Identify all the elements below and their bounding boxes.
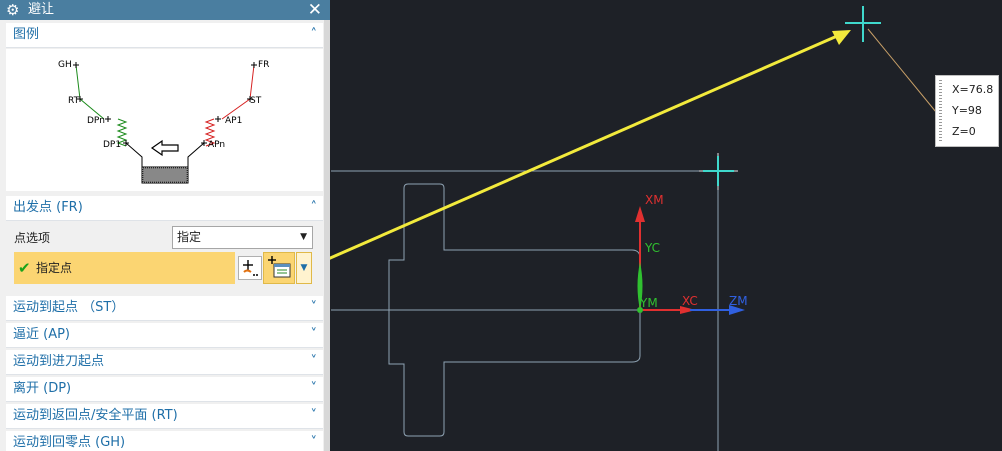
dialog-title: 避让: [28, 2, 55, 17]
inferred-point-icon: [268, 256, 291, 278]
section-legend-header[interactable]: 图例 ˄: [6, 23, 323, 48]
legend-label: ST: [250, 96, 262, 106]
section-from-point-header[interactable]: 出发点 (FR) ˄: [6, 196, 323, 221]
dialog-title-bar[interactable]: ⚙ 避让 ✕: [0, 0, 330, 20]
coordinate-z: Z=0: [952, 125, 976, 138]
section-legend-label: 图例: [13, 27, 40, 42]
axis-label-xm: XM: [645, 193, 664, 207]
legend-diagram: GH RT DPn DP1 FR ST AP1 APn: [6, 49, 323, 191]
legend-label: GH: [58, 60, 72, 70]
section-gohome-label: 运动到回零点 (GH): [13, 435, 126, 450]
dropdown-arrow-icon: ▼: [300, 232, 307, 242]
point-constructor-icon: [243, 260, 258, 276]
section-approach-header[interactable]: 逼近 (AP) ˅: [6, 323, 323, 348]
avoidance-dialog: ⚙ 避让 ✕ 图例 ˄ GH RT DPn DP1 FR ST AP1 APn …: [0, 0, 330, 451]
section-return-point-header[interactable]: 运动到返回点/安全平面 (RT) ˅: [6, 404, 323, 429]
gear-icon: ⚙: [6, 1, 20, 19]
legend-label: RT: [68, 96, 80, 106]
section-engage-start-label: 运动到进刀起点: [13, 354, 105, 369]
point-option-label: 点选项: [14, 231, 51, 245]
chevron-down-icon: ˅: [310, 381, 318, 396]
chevron-up-icon: ˄: [310, 200, 318, 215]
section-start-point-header[interactable]: 运动到起点 （ST） ˅: [6, 296, 323, 321]
legend-label: DP1: [103, 140, 121, 150]
coordinate-readout: X=76.8 Y=98 Z=0: [935, 75, 999, 147]
specify-point-arrow: [330, 31, 845, 260]
coordinate-y: Y=98: [952, 104, 982, 117]
coordinate-x: X=76.8: [952, 83, 994, 96]
section-gohome-header[interactable]: 运动到回零点 (GH) ˅: [6, 431, 323, 451]
chevron-down-icon: ˅: [310, 435, 318, 450]
inferred-point-dropdown[interactable]: ▼: [296, 252, 312, 284]
coordinate-leader-line: [867, 28, 937, 113]
chevron-down-icon: ˅: [310, 408, 318, 423]
point-option-select[interactable]: 指定 ▼: [172, 226, 313, 249]
axis-label-xc: XC: [682, 294, 698, 308]
viewport-svg[interactable]: XM YC YM XC ZM: [330, 0, 1002, 451]
axis-label-zm: ZM: [729, 294, 748, 308]
legend-label: APn: [208, 140, 225, 150]
axis-label-ym: YM: [639, 296, 658, 310]
specify-point-label: 指定点: [36, 261, 73, 275]
section-return-point-label: 运动到返回点/安全平面 (RT): [13, 408, 178, 423]
graphics-viewport[interactable]: XM YC YM XC ZM: [330, 0, 1002, 451]
section-from-point-label: 出发点 (FR): [13, 200, 83, 215]
legend-label: AP1: [225, 116, 242, 126]
point-dialog-button[interactable]: [238, 256, 262, 280]
specify-point-row[interactable]: ✔ 指定点: [14, 252, 235, 284]
axis-label-yc: YC: [644, 241, 660, 255]
point-option-value: 指定: [177, 230, 202, 244]
legend-diagram-svg: GH RT DPn DP1 FR ST AP1 APn: [58, 60, 269, 184]
chevron-down-icon: ˅: [310, 354, 318, 369]
checkmark-icon: ✔: [18, 259, 31, 277]
section-approach-label: 逼近 (AP): [13, 327, 71, 342]
chevron-down-icon: ˅: [310, 300, 318, 315]
dropdown-arrow-icon: ▼: [300, 263, 308, 273]
legend-label: DPn: [87, 116, 105, 126]
chevron-down-icon: ˅: [310, 327, 318, 342]
section-start-point-label: 运动到起点 （ST）: [13, 300, 125, 315]
section-depart-label: 离开 (DP): [13, 381, 72, 396]
section-engage-start-header[interactable]: 运动到进刀起点 ˅: [6, 350, 323, 375]
cursor-crosshair: [845, 6, 881, 42]
chevron-up-icon: ˄: [310, 27, 318, 42]
drag-grip-icon[interactable]: [939, 80, 942, 142]
section-depart-header[interactable]: 离开 (DP) ˅: [6, 377, 323, 402]
legend-label: FR: [258, 60, 269, 70]
inferred-point-button[interactable]: [263, 252, 295, 284]
close-icon[interactable]: ✕: [308, 0, 322, 20]
crosshair-marker: [703, 156, 734, 186]
